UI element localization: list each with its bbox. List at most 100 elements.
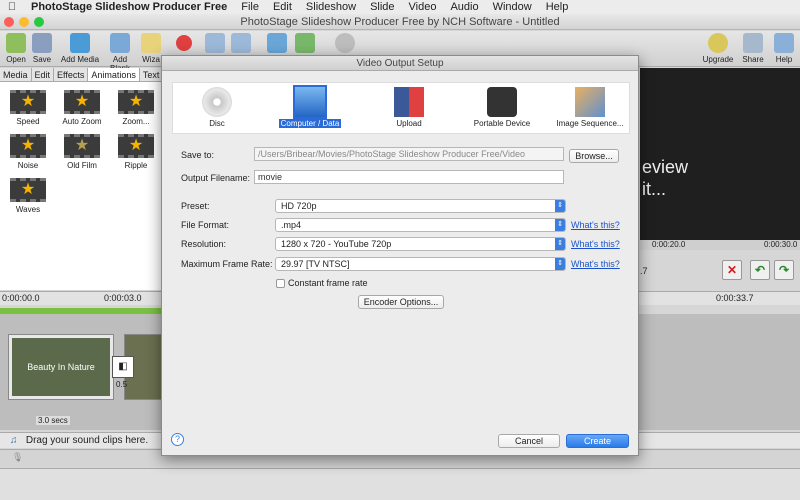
destination-image-sequence[interactable]: Image Sequence... <box>551 87 629 128</box>
resolution-value: 1280 x 720 - YouTube 720p <box>281 239 392 249</box>
framerate-value: 29.97 [TV NTSC] <box>281 259 350 269</box>
share-button[interactable]: Share <box>740 33 766 64</box>
window-titlebar: PhotoStage Slideshow Producer Free by NC… <box>0 14 800 30</box>
delete-clip-button[interactable]: ✕ <box>722 260 742 280</box>
constant-frame-rate-checkbox[interactable]: Constant frame rate <box>276 278 368 288</box>
constant-frame-rate-label: Constant frame rate <box>288 278 368 288</box>
panel-tabs: Media Edit Effects Animations Text <box>0 68 164 82</box>
preview-controls: .7 ✕ ↶ ↷ <box>640 252 800 290</box>
animation-zoom[interactable]: ★ Zoom... <box>114 90 158 126</box>
add-blank-button[interactable]: Add Blank <box>102 33 138 73</box>
save-to-field[interactable]: /Users/Bribear/Movies/PhotoStage Slidesh… <box>254 147 564 161</box>
undo-icon <box>205 33 225 53</box>
format-whats-this-link[interactable]: What's this? <box>571 220 620 230</box>
upgrade-button[interactable]: Upgrade <box>702 33 734 64</box>
star-icon: ★ <box>64 134 100 158</box>
rotate-left-icon: ↶ <box>754 263 766 277</box>
format-select[interactable]: .mp4 ⇕ <box>275 218 566 232</box>
redo-button[interactable] <box>230 33 252 55</box>
filename-field[interactable]: movie <box>254 170 564 184</box>
help-button[interactable]: Help <box>772 33 796 64</box>
computer-monitor-icon <box>293 85 327 119</box>
destination-label: Portable Device <box>473 119 531 128</box>
cancel-button[interactable]: Cancel <box>498 434 560 448</box>
preview-ruler[interactable]: 0:00:20.0 0:00:30.0 <box>640 240 800 250</box>
export-frame-button[interactable] <box>266 33 288 55</box>
animation-speed[interactable]: ★ Speed <box>6 90 50 126</box>
framerate-whats-this-link[interactable]: What's this? <box>571 259 620 269</box>
destination-computer[interactable]: Computer / Data <box>277 85 343 128</box>
destination-label: Upload <box>396 119 422 128</box>
menu-slide[interactable]: Slide <box>363 1 401 13</box>
upgrade-icon <box>708 33 728 53</box>
help-label: Help <box>775 55 793 64</box>
open-button[interactable]: Open <box>4 33 28 64</box>
minimize-window-icon[interactable] <box>19 17 29 27</box>
transition-duration: 0.5 <box>116 380 128 389</box>
settings-button[interactable] <box>334 33 356 55</box>
tab-edit[interactable]: Edit <box>32 68 55 81</box>
browse-button[interactable]: Browse... <box>569 149 619 163</box>
animation-old-film[interactable]: ★ Old Film <box>60 134 104 170</box>
record-button[interactable] <box>174 33 194 53</box>
encoder-options-button[interactable]: Encoder Options... <box>358 295 444 309</box>
menu-edit[interactable]: Edit <box>266 1 299 13</box>
preview-text: eview it... <box>642 156 688 200</box>
animation-auto-zoom[interactable]: ★ Auto Zoom <box>60 90 104 126</box>
wizard-wand-icon <box>141 33 161 53</box>
clip-duration[interactable]: 3.0 secs <box>36 416 70 425</box>
menu-audio[interactable]: Audio <box>443 1 485 13</box>
sound-track-hint: Drag your sound clips here. <box>25 435 149 446</box>
animation-waves[interactable]: ★ Waves <box>6 178 50 214</box>
close-window-icon[interactable] <box>4 17 14 27</box>
save-video-button[interactable] <box>294 33 316 55</box>
slide-clip[interactable]: Beauty In Nature <box>8 334 114 400</box>
tab-media[interactable]: Media <box>0 68 32 81</box>
clip-caption: Beauty In Nature <box>12 338 110 396</box>
checkbox-box[interactable] <box>276 278 285 288</box>
menu-slideshow[interactable]: Slideshow <box>299 1 363 13</box>
resolution-whats-this-link[interactable]: What's this? <box>571 239 620 249</box>
rotate-left-button[interactable]: ↶ <box>750 260 770 280</box>
apple-icon[interactable]:  <box>0 1 24 13</box>
window-title: PhotoStage Slideshow Producer Free by NC… <box>240 16 560 28</box>
timeline-time-start: 0:00:00.0 <box>2 293 40 303</box>
menu-file[interactable]: File <box>234 1 266 13</box>
animation-label: Zoom... <box>122 117 150 126</box>
help-question-icon[interactable]: ? <box>171 433 184 446</box>
menu-app-name[interactable]: PhotoStage Slideshow Producer Free <box>24 1 234 13</box>
zoom-window-icon[interactable] <box>34 17 44 27</box>
destination-label: Disc <box>209 119 225 128</box>
destination-portable[interactable]: Portable Device <box>467 87 537 128</box>
tab-text[interactable]: Text <box>140 68 164 81</box>
animation-noise[interactable]: ★ Noise <box>6 134 50 170</box>
resolution-select[interactable]: 1280 x 720 - YouTube 720p ⇕ <box>275 237 566 251</box>
destination-selector: Disc Computer / Data Upload Portable Dev… <box>172 82 630 134</box>
destination-disc[interactable]: Disc <box>187 87 247 128</box>
dialog-title: Video Output Setup <box>162 56 638 71</box>
menu-help[interactable]: Help <box>539 1 576 13</box>
preview-text-line2: it... <box>642 179 667 199</box>
undo-button[interactable] <box>204 33 226 55</box>
framerate-select[interactable]: 29.97 [TV NTSC] ⇕ <box>275 257 566 271</box>
animation-label: Old Film <box>67 161 97 170</box>
export-frame-icon <box>267 33 287 53</box>
menu-video[interactable]: Video <box>402 1 444 13</box>
animation-label: Noise <box>17 161 39 170</box>
save-button[interactable]: Save <box>30 33 54 64</box>
menubar:  PhotoStage Slideshow Producer Free Fil… <box>0 0 800 14</box>
preset-select[interactable]: HD 720p ⇕ <box>275 199 566 213</box>
tab-animations[interactable]: Animations <box>88 68 140 81</box>
rotate-right-button[interactable]: ↷ <box>774 260 794 280</box>
tab-effects[interactable]: Effects <box>54 68 89 81</box>
create-button[interactable]: Create <box>566 434 629 448</box>
transition-button[interactable]: ◧ <box>112 356 134 378</box>
destination-upload[interactable]: Upload <box>379 87 439 128</box>
add-media-icon <box>70 33 90 53</box>
menu-window[interactable]: Window <box>486 1 539 13</box>
animation-ripple[interactable]: ★ Ripple <box>114 134 158 170</box>
star-icon: ★ <box>64 90 100 114</box>
add-media-button[interactable]: Add Media <box>60 33 100 64</box>
wizard-button[interactable]: Wiza <box>140 33 162 64</box>
preview-time-end: 0:00:30.0 <box>764 240 798 249</box>
